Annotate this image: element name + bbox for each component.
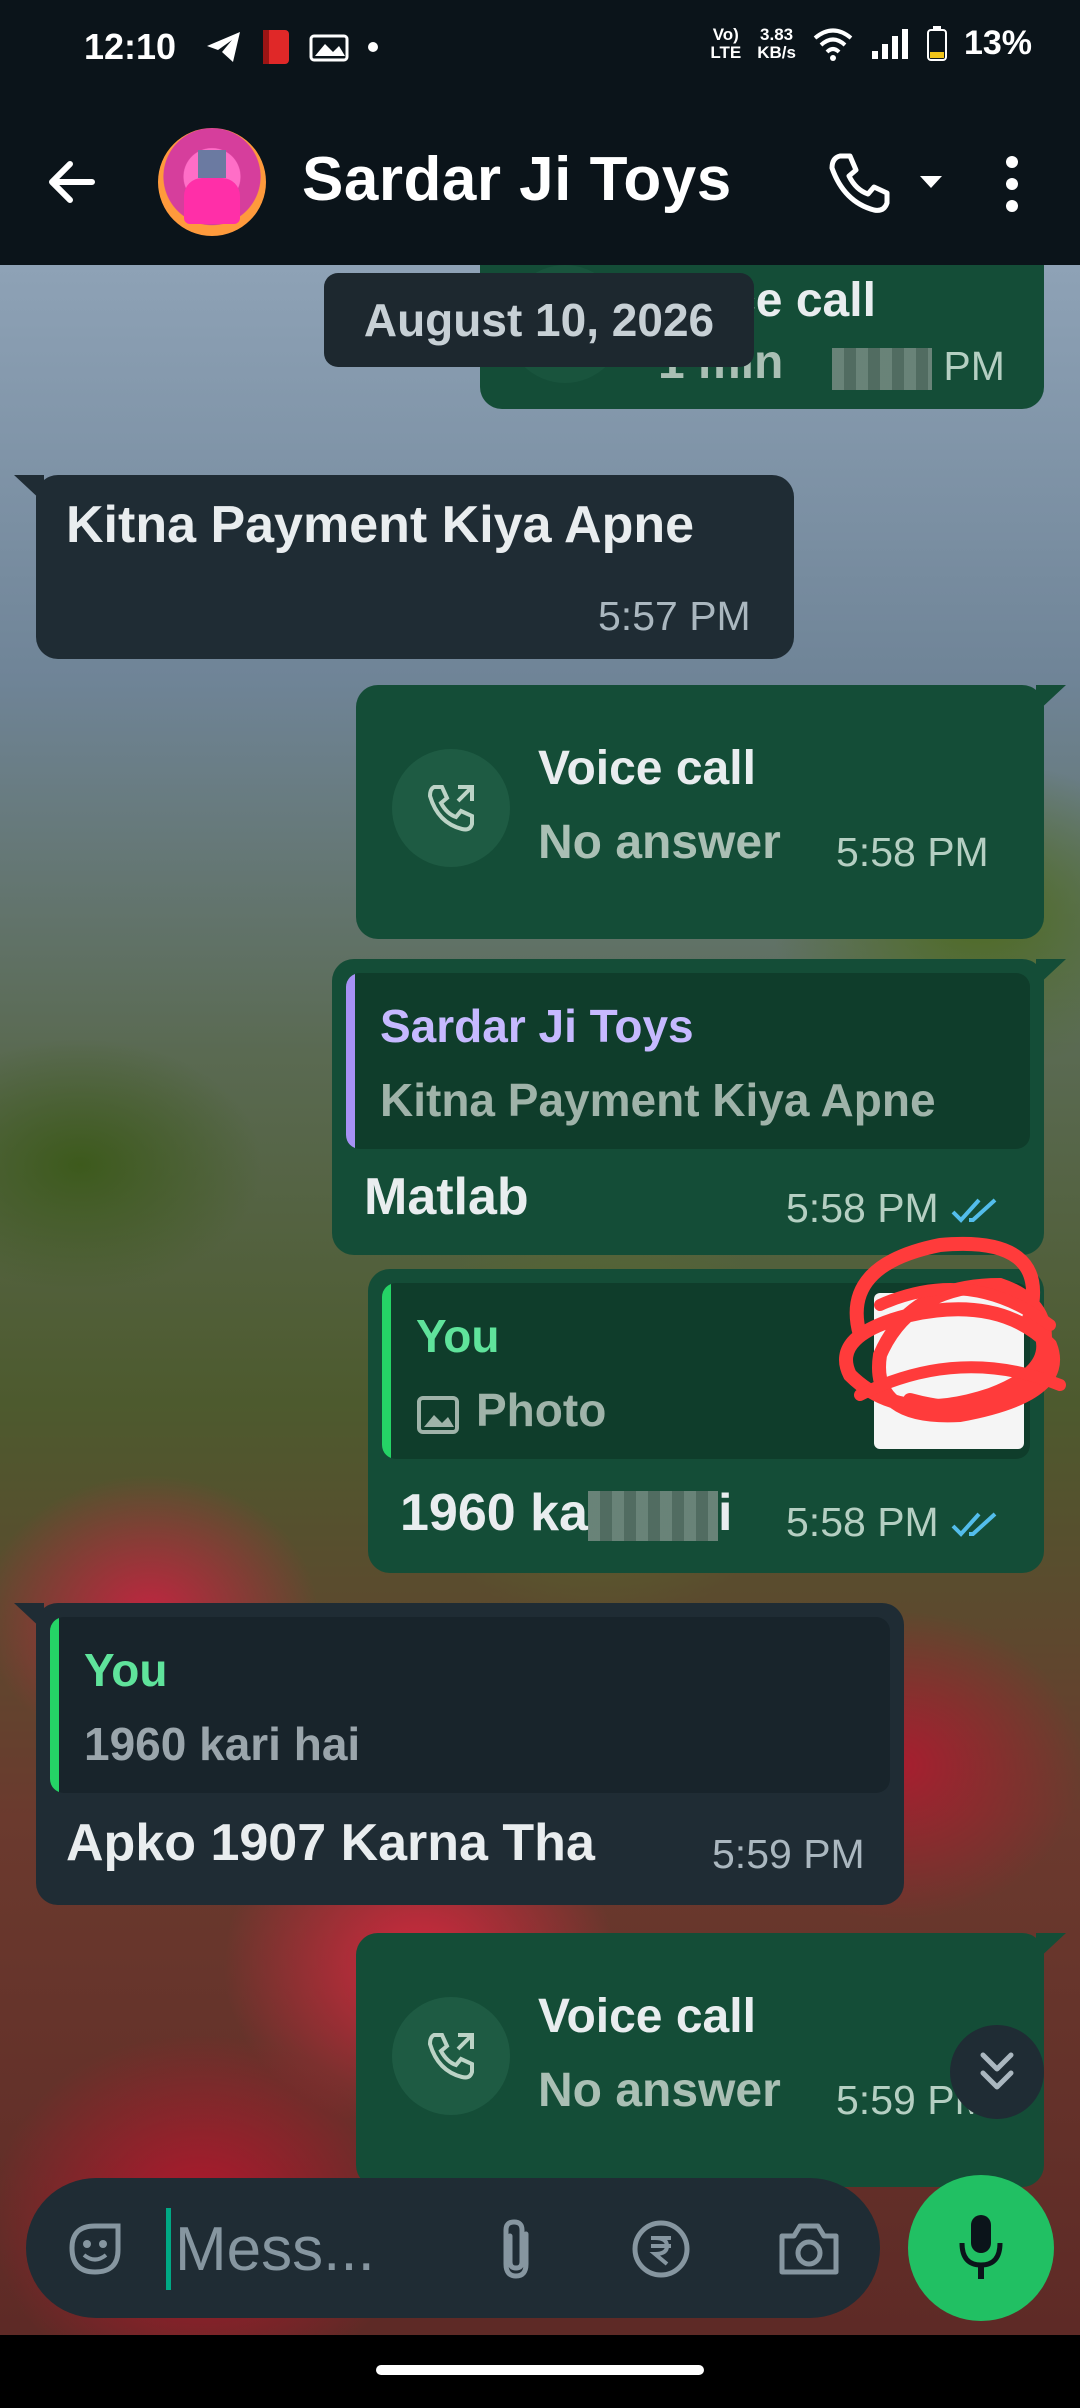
call-icon-circle [392, 1997, 510, 2115]
phone-icon[interactable] [826, 150, 892, 216]
quote-text: Kitna Payment Kiya Apne [380, 1074, 936, 1126]
bubble-tail [1036, 685, 1066, 713]
voice-call-bubble[interactable]: Voice call No answer 5:59 PM [356, 1933, 1066, 2187]
avatar[interactable] [158, 128, 266, 236]
red-scribble-redaction [839, 1236, 1066, 1423]
app-red-icon [263, 30, 289, 64]
battery-percent: 13% [963, 24, 1032, 62]
message-input[interactable] [166, 2208, 487, 2290]
scroll-to-bottom-button[interactable] [950, 2025, 1044, 2119]
message-time: 5:57 PM [598, 593, 751, 639]
network-speed-value: 3.83 [760, 24, 794, 44]
home-gesture-pill[interactable] [376, 2365, 704, 2375]
rupee-icon[interactable] [630, 2218, 692, 2280]
status-time: 12:10 [84, 26, 177, 67]
quote-author: You [416, 1310, 500, 1362]
redacted-time [832, 348, 932, 391]
avatar-figure [184, 178, 240, 224]
read-receipt-icon [951, 1512, 997, 1538]
message-time: PM [832, 343, 1005, 391]
photo-icon [417, 1396, 459, 1434]
date-chip: August 10, 2026 [324, 273, 754, 367]
call-title: Voice call [538, 1990, 756, 2043]
quote-text: Photo [476, 1384, 607, 1436]
status-left-icons [205, 28, 379, 66]
camera-icon[interactable] [776, 2218, 842, 2278]
status-bar: 12:10 Vo) LTE 3.83 KB/s 13% [0, 0, 1080, 100]
system-navigation-bar [0, 2335, 1080, 2408]
status-right: Vo) LTE 3.83 KB/s 13% [710, 24, 1032, 63]
quote-bar [346, 973, 355, 1149]
bubble-tail [14, 475, 44, 503]
telegram-icon [207, 32, 240, 62]
message-time: 5:59 PM [712, 1831, 865, 1877]
call-icon-circle [392, 749, 510, 867]
bubble-tail [14, 1603, 44, 1631]
quoted-message[interactable]: You 1960 kari hai [50, 1617, 890, 1793]
message-text: 1960 ka i [400, 1484, 733, 1542]
message-text: Matlab [364, 1168, 529, 1226]
signal-icon [871, 28, 908, 59]
contact-name[interactable]: Sardar Ji Toys [302, 144, 732, 215]
avatar-face-blur [198, 150, 226, 178]
bubble-tail [1036, 1933, 1066, 1961]
more-vert-icon[interactable] [998, 154, 1026, 214]
double-chevron-down-icon [980, 2052, 1014, 2090]
network-speed-unit: KB/s [757, 42, 796, 62]
voice-record-button[interactable] [908, 2175, 1054, 2321]
mic-icon [959, 2215, 1003, 2279]
message-text: Kitna Payment Kiya Apne [66, 496, 695, 554]
incoming-message[interactable]: Kitna Payment Kiya Apne 5:57 PM [14, 475, 794, 659]
sticker-icon[interactable] [64, 2218, 126, 2280]
chat-header: Sardar Ji Toys [0, 100, 1080, 265]
incoming-reply-message[interactable]: You 1960 kari hai Apko 1907 Karna Tha 5:… [14, 1603, 904, 1905]
reply-message[interactable]: Sardar Ji Toys Kitna Payment Kiya Apne M… [332, 959, 1066, 1255]
message-composer [26, 2178, 880, 2318]
network-speed: 3.83 KB/s [757, 24, 796, 62]
quoted-message[interactable]: Sardar Ji Toys Kitna Payment Kiya Apne [346, 973, 1030, 1149]
voice-call-bubble[interactable]: Voice call No answer 5:58 PM [356, 685, 1066, 939]
missed-call-icon [427, 785, 474, 832]
dot-icon [368, 42, 378, 52]
missed-call-icon [427, 2033, 474, 2080]
quote-author: Sardar Ji Toys [380, 1000, 694, 1052]
read-receipt-icon [951, 1198, 997, 1224]
quote-bar [50, 1617, 59, 1793]
bubble-tail [1036, 959, 1066, 987]
call-status: No answer [538, 2064, 781, 2117]
volte-icon: Vo) LTE [710, 24, 742, 62]
call-status: No answer [538, 816, 781, 869]
gallery-icon [309, 34, 349, 62]
redacted-text [587, 1491, 718, 1542]
message-time: 5:58 PM [836, 829, 989, 875]
message-text: Apko 1907 Karna Tha [66, 1814, 595, 1872]
message-time: 5:58 PM [786, 1499, 1003, 1546]
quote-bar [382, 1283, 391, 1459]
battery-icon [926, 25, 947, 61]
chat-area[interactable]: Voice call 1 min PM August 10, 2026 Kitn… [0, 265, 1080, 2335]
quote-author: You [84, 1644, 168, 1696]
quote-text: 1960 kari hai [84, 1718, 361, 1770]
wifi-icon [813, 28, 853, 61]
dropdown-arrow-icon[interactable] [918, 172, 944, 192]
back-arrow-icon[interactable] [40, 150, 104, 214]
attach-icon[interactable] [494, 2216, 538, 2282]
call-title: Voice call [538, 742, 756, 795]
